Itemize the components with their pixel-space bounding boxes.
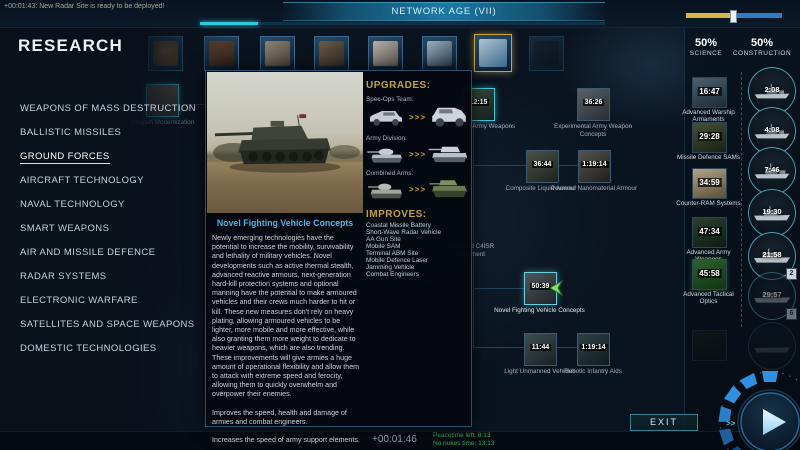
tech-node-label: Robotic Infantry Aids xyxy=(564,368,622,375)
tech-node-label: Powered Nanomaterial Armour xyxy=(550,185,638,192)
age-icon-field-radio[interactable] xyxy=(260,36,295,71)
age-progress-bar xyxy=(200,22,605,25)
upgrade-arrow: >>> xyxy=(409,150,427,159)
improves-heading: IMPROVES: xyxy=(366,209,427,220)
tree-connector xyxy=(473,347,524,348)
upgrade-row-label: Spec-Ops Team: xyxy=(366,96,414,103)
upgrade-row-label: Army Division: xyxy=(366,135,407,142)
sidebar-item-ballistic-missiles[interactable]: BALLISTIC MISSILES xyxy=(20,127,121,138)
improves-item: Mobile Defence Laser xyxy=(366,257,429,264)
sidebar-item-electronic-warfare[interactable]: ELECTRONIC WARFARE xyxy=(20,295,138,306)
construction-queue-item[interactable]: 7:46 xyxy=(748,147,796,195)
science-queue-label: Missile Defence SAMs xyxy=(677,154,740,161)
tech-node-powered-nanomaterial-armour[interactable]: 1:19:14 xyxy=(578,150,611,183)
improves-item: Coastal Missile Battery xyxy=(366,222,431,229)
event-notification[interactable]: +00:01:43: New Radar Site is ready to be… xyxy=(4,3,165,10)
science-queue-item[interactable]: 16:47 xyxy=(692,77,727,108)
science-queue-label: Advanced Tactical Optics xyxy=(683,291,734,306)
mouse-cursor-icon xyxy=(549,279,564,296)
upgrades-heading: UPGRADES: xyxy=(366,80,431,91)
construction-allocation: 50% CONSTRUCTION xyxy=(732,37,792,57)
age-icon-desktop-computer[interactable] xyxy=(368,36,403,71)
upgrade-arrow: >>> xyxy=(409,113,427,122)
humvee-icon xyxy=(370,111,402,126)
upgrade-arrow: >>> xyxy=(409,185,427,194)
construction-queue-item[interactable]: 19:30 xyxy=(748,189,796,237)
improves-item: Short-Wave Radar Vehicle xyxy=(366,229,442,236)
science-queue-label: Counter-RAM Systems xyxy=(676,200,741,207)
tech-node-label: Novel Fighting Vehicle Concepts xyxy=(494,307,585,314)
tech-details-popup: Novel Fighting Vehicle Concepts Newly em… xyxy=(205,70,472,444)
tank-photo xyxy=(207,72,363,213)
tree-connector xyxy=(473,288,524,289)
tech-node-light-unmanned-vehicles[interactable]: 11:44 xyxy=(524,333,557,366)
tech-node-robotic-infantry-aids[interactable]: 1:19:14 xyxy=(577,333,610,366)
tree-connector xyxy=(473,104,474,347)
ifv-icon xyxy=(429,180,468,198)
page-title: RESEARCH xyxy=(18,36,124,55)
popup-title: Novel Fighting Vehicle Concepts xyxy=(216,218,354,228)
tree-connector xyxy=(555,347,577,348)
sidebar-item-naval-technology[interactable]: NAVAL TECHNOLOGY xyxy=(20,199,125,210)
age-icon-laptop[interactable] xyxy=(422,36,457,71)
game-time: +00:01:46 xyxy=(372,434,417,445)
science-allocation: 50% SCIENCE xyxy=(689,37,723,57)
science-slider-half xyxy=(686,13,734,18)
sidebar-item-smart-weapons[interactable]: SMART WEAPONS xyxy=(20,223,109,234)
tech-node-label: Experimental Army Weapon Concepts xyxy=(554,123,632,138)
age-icon-portable-phone[interactable] xyxy=(314,36,349,71)
construction-slider-half xyxy=(734,13,782,18)
age-progress-fill xyxy=(200,22,258,25)
improves-item: Jamming Vehicle xyxy=(366,264,415,271)
exit-button[interactable]: EXIT xyxy=(630,414,698,431)
age-icon-smartphone[interactable] xyxy=(474,34,512,72)
no-nukes-counter: No nukes time: 13:13 xyxy=(433,440,495,447)
sidebar-item-aircraft-technology[interactable]: AIRCRAFT TECHNOLOGY xyxy=(20,175,144,186)
upgrade-row-label: Combined Arms: xyxy=(366,170,414,177)
science-queue-item[interactable]: 29:28 xyxy=(692,122,727,153)
tree-connector xyxy=(473,165,526,166)
improves-item: Combat Engineers xyxy=(366,271,419,278)
peacetime-counter: Peacetime left: 8:13 xyxy=(433,432,491,439)
mrap-icon xyxy=(432,107,466,127)
improves-list: Coastal Missile Battery Short-Wave Radar… xyxy=(366,222,468,278)
advanced-tank-icon xyxy=(428,146,468,163)
fast-forward-icon[interactable]: >> xyxy=(726,419,736,428)
science-construction-slider[interactable] xyxy=(686,10,782,23)
sidebar-item-wmd[interactable]: WEAPONS OF MASS DESTRUCTION xyxy=(20,103,196,114)
sidebar-item-radar-systems[interactable]: RADAR SYSTEMS xyxy=(20,271,107,282)
popup-description: Newly emerging technologies have the pot… xyxy=(212,234,360,445)
construction-queue-item[interactable]: 29:57 6 xyxy=(748,272,797,320)
tree-connector xyxy=(557,165,578,166)
sidebar-item-satellites-space[interactable]: SATELLITES AND SPACE WEAPONS xyxy=(20,319,195,330)
queue-count-badge: 6 xyxy=(786,308,797,320)
age-banner: NETWORK AGE (VII) xyxy=(283,2,605,21)
research-screen: +00:01:43: New Radar Site is ready to be… xyxy=(0,0,800,450)
improves-item: Terminal ABM Site xyxy=(366,250,419,257)
armored-column-icon xyxy=(368,183,402,199)
slider-handle[interactable] xyxy=(730,10,737,23)
sidebar-item-air-missile-defence[interactable]: AIR AND MISSILE DEFENCE xyxy=(20,247,155,258)
science-queue-item[interactable]: 34:59 xyxy=(692,168,727,199)
improves-item: AA Gun Site xyxy=(366,236,401,243)
game-speed-dial[interactable]: >> xyxy=(692,358,800,450)
tank-image xyxy=(214,114,341,173)
queue-divider xyxy=(741,72,742,327)
tech-node-composite-liquid-armour[interactable]: 36:44 xyxy=(526,150,559,183)
science-queue-item-pending xyxy=(692,330,727,361)
science-queue-item[interactable]: 45:58 xyxy=(692,259,727,290)
tank-icon xyxy=(367,148,402,163)
improves-item: Mobile SAM xyxy=(366,243,401,250)
age-icon-future-age xyxy=(529,36,564,71)
sidebar-item-domestic-technologies[interactable]: DOMESTIC TECHNOLOGIES xyxy=(20,343,157,354)
tech-node-experimental-army-weapon-concepts[interactable]: 36:26 xyxy=(577,88,610,121)
sidebar-item-ground-forces[interactable]: GROUND FORCES xyxy=(20,151,110,164)
science-queue-item[interactable]: 47:34 xyxy=(692,217,727,248)
